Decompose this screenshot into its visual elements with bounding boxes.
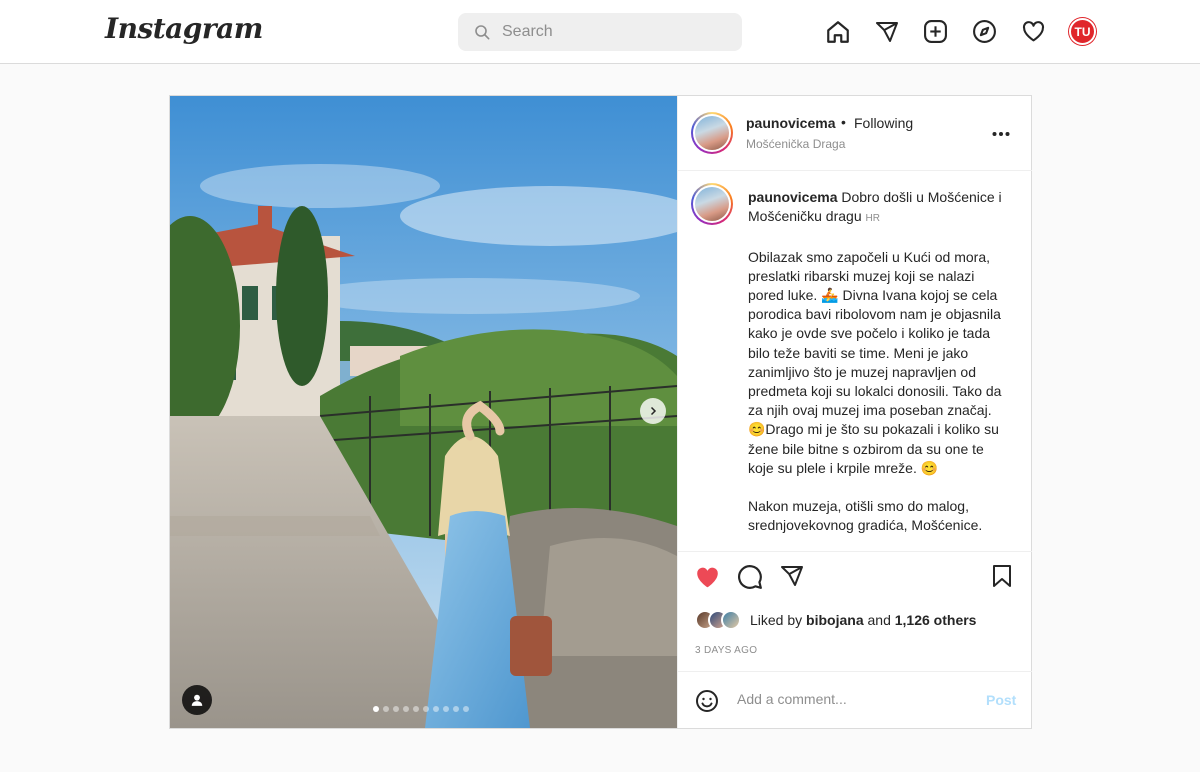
post-photo-image [170, 96, 677, 728]
carousel-dot [453, 706, 459, 712]
carousel-dot [443, 706, 449, 712]
comment-bar: Post [678, 671, 1032, 728]
likes-conjunction: and [867, 612, 891, 628]
following-button[interactable]: Following [854, 115, 913, 131]
caption-text: paunovicema Dobro došli u Mošćenice i Mo… [748, 188, 1010, 536]
instagram-logo[interactable]: Instagram [105, 12, 263, 45]
post-location[interactable]: Mošćenička Draga [746, 137, 845, 151]
home-icon[interactable] [824, 18, 851, 45]
author-avatar[interactable] [691, 112, 733, 154]
carousel-dot [383, 706, 389, 712]
more-horizontal-icon [992, 132, 1010, 136]
profile-avatar[interactable]: TU [1069, 18, 1096, 45]
tagged-users-button[interactable] [182, 685, 212, 715]
likes-summary: Liked by bibojana and 1,126 others [695, 610, 976, 630]
more-options-button[interactable] [992, 124, 1010, 142]
comment-icon [738, 565, 762, 589]
comment-input[interactable] [737, 691, 967, 707]
top-navigation-bar: Instagram TU [0, 0, 1200, 64]
emoji-button[interactable] [695, 689, 719, 718]
post-photo[interactable] [170, 96, 677, 728]
bookmark-icon [993, 565, 1011, 587]
search-box[interactable] [458, 13, 742, 51]
likes-prefix: Liked by [750, 612, 803, 628]
post-date[interactable]: 3 DAYS AGO [695, 645, 757, 656]
save-button[interactable] [991, 564, 1013, 593]
separator-dot: • [841, 114, 846, 130]
carousel-dot [393, 706, 399, 712]
chevron-right-icon [650, 406, 657, 416]
carousel-dot [403, 706, 409, 712]
explore-icon[interactable] [971, 18, 998, 45]
post-sidebar: paunovicema • Following Mošćenička Draga… [677, 96, 1032, 728]
share-icon [781, 566, 803, 586]
carousel-dot [433, 706, 439, 712]
carousel-indicators [373, 706, 469, 712]
caption-section: paunovicema Dobro došli u Mošćenice i Mo… [678, 171, 1032, 551]
likes-others-count[interactable]: 1,126 others [895, 612, 977, 628]
language-tag: HR [865, 213, 880, 225]
profile-initials: TU [1069, 18, 1096, 45]
heart-filled-icon [697, 567, 718, 588]
nav-icons: TU [824, 18, 1096, 45]
liker-avatar [721, 610, 741, 630]
author-username[interactable]: paunovicema [746, 115, 835, 131]
caption-body: Obilazak smo započeli u Kući od mora, pr… [748, 248, 1002, 534]
carousel-dot [413, 706, 419, 712]
caption-author-avatar[interactable] [691, 183, 733, 225]
post-actions: Liked by bibojana and 1,126 others 3 DAY… [678, 551, 1032, 727]
carousel-dot [423, 706, 429, 712]
carousel-dot [463, 706, 469, 712]
share-button[interactable] [780, 564, 804, 593]
likes-text: Liked by bibojana and 1,126 others [750, 612, 976, 628]
search-input[interactable] [502, 23, 722, 41]
caption-username[interactable]: paunovicema [748, 189, 837, 205]
post-card: paunovicema • Following Mošćenička Draga… [169, 95, 1032, 729]
carousel-next-button[interactable] [640, 398, 666, 424]
liker-username[interactable]: bibojana [806, 612, 864, 628]
like-button[interactable] [694, 564, 721, 595]
post-header: paunovicema • Following Mošćenička Draga [678, 96, 1032, 171]
carousel-dot [373, 706, 379, 712]
activity-heart-icon[interactable] [1020, 18, 1047, 45]
search-icon [475, 25, 490, 40]
direct-message-icon[interactable] [873, 18, 900, 45]
new-post-icon[interactable] [922, 18, 949, 45]
comment-button[interactable] [737, 564, 763, 595]
post-comment-button[interactable]: Post [986, 692, 1016, 708]
emoji-smile-icon [696, 690, 718, 712]
user-tag-icon [191, 694, 203, 706]
